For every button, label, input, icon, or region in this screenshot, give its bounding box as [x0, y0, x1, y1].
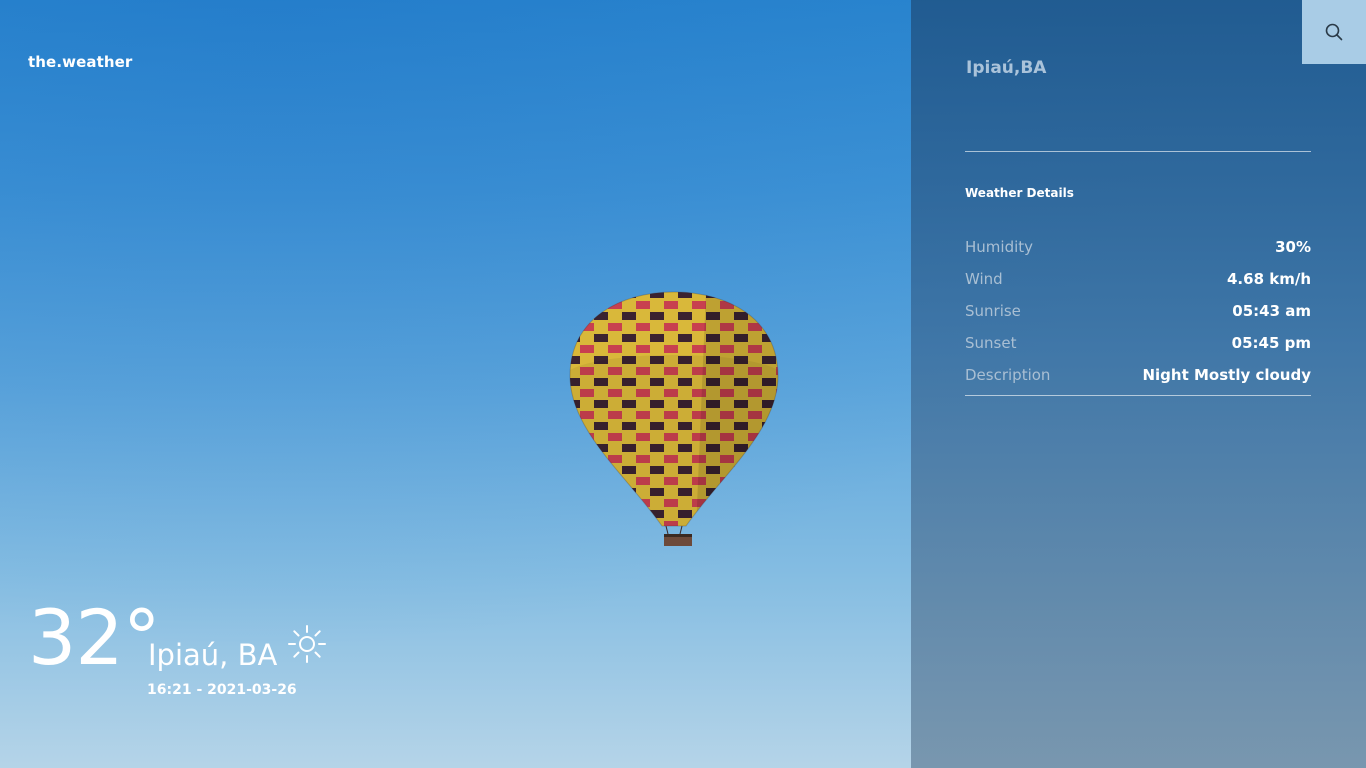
- detail-label: Sunset: [965, 334, 1017, 352]
- details-list: Humidity 30% Wind 4.68 km/h Sunrise 05:4…: [965, 231, 1311, 391]
- city-name: Ipiaú, BA: [148, 638, 278, 672]
- detail-value: 05:43 am: [1232, 302, 1311, 320]
- detail-value: 30%: [1275, 238, 1311, 256]
- detail-row-sunset: Sunset 05:45 pm: [965, 327, 1311, 359]
- hot-air-balloon-image: [569, 291, 779, 546]
- detail-label: Humidity: [965, 238, 1034, 256]
- detail-value: 05:45 pm: [1231, 334, 1311, 352]
- location-label[interactable]: Ipiaú,BA: [966, 58, 1046, 78]
- detail-label: Sunrise: [965, 302, 1021, 320]
- details-heading: Weather Details: [965, 186, 1074, 200]
- detail-row-description: Description Night Mostly cloudy: [965, 359, 1311, 391]
- brand-logo: the.weather: [28, 53, 133, 71]
- search-icon: [1325, 23, 1343, 41]
- sun-icon: [288, 625, 326, 663]
- detail-value: Night Mostly cloudy: [1142, 366, 1311, 384]
- detail-label: Description: [965, 366, 1051, 384]
- divider: [965, 395, 1311, 396]
- detail-row-humidity: Humidity 30%: [965, 231, 1311, 263]
- divider: [965, 151, 1311, 152]
- details-panel: Ipiaú,BA Weather Details Humidity 30% Wi…: [911, 0, 1366, 768]
- search-button[interactable]: [1302, 0, 1366, 64]
- detail-row-wind: Wind 4.68 km/h: [965, 263, 1311, 295]
- detail-value: 4.68 km/h: [1227, 270, 1311, 288]
- temperature: 32°: [28, 593, 161, 682]
- detail-label: Wind: [965, 270, 1003, 288]
- date-time: 16:21 - 2021-03-26: [147, 682, 297, 698]
- detail-row-sunrise: Sunrise 05:43 am: [965, 295, 1311, 327]
